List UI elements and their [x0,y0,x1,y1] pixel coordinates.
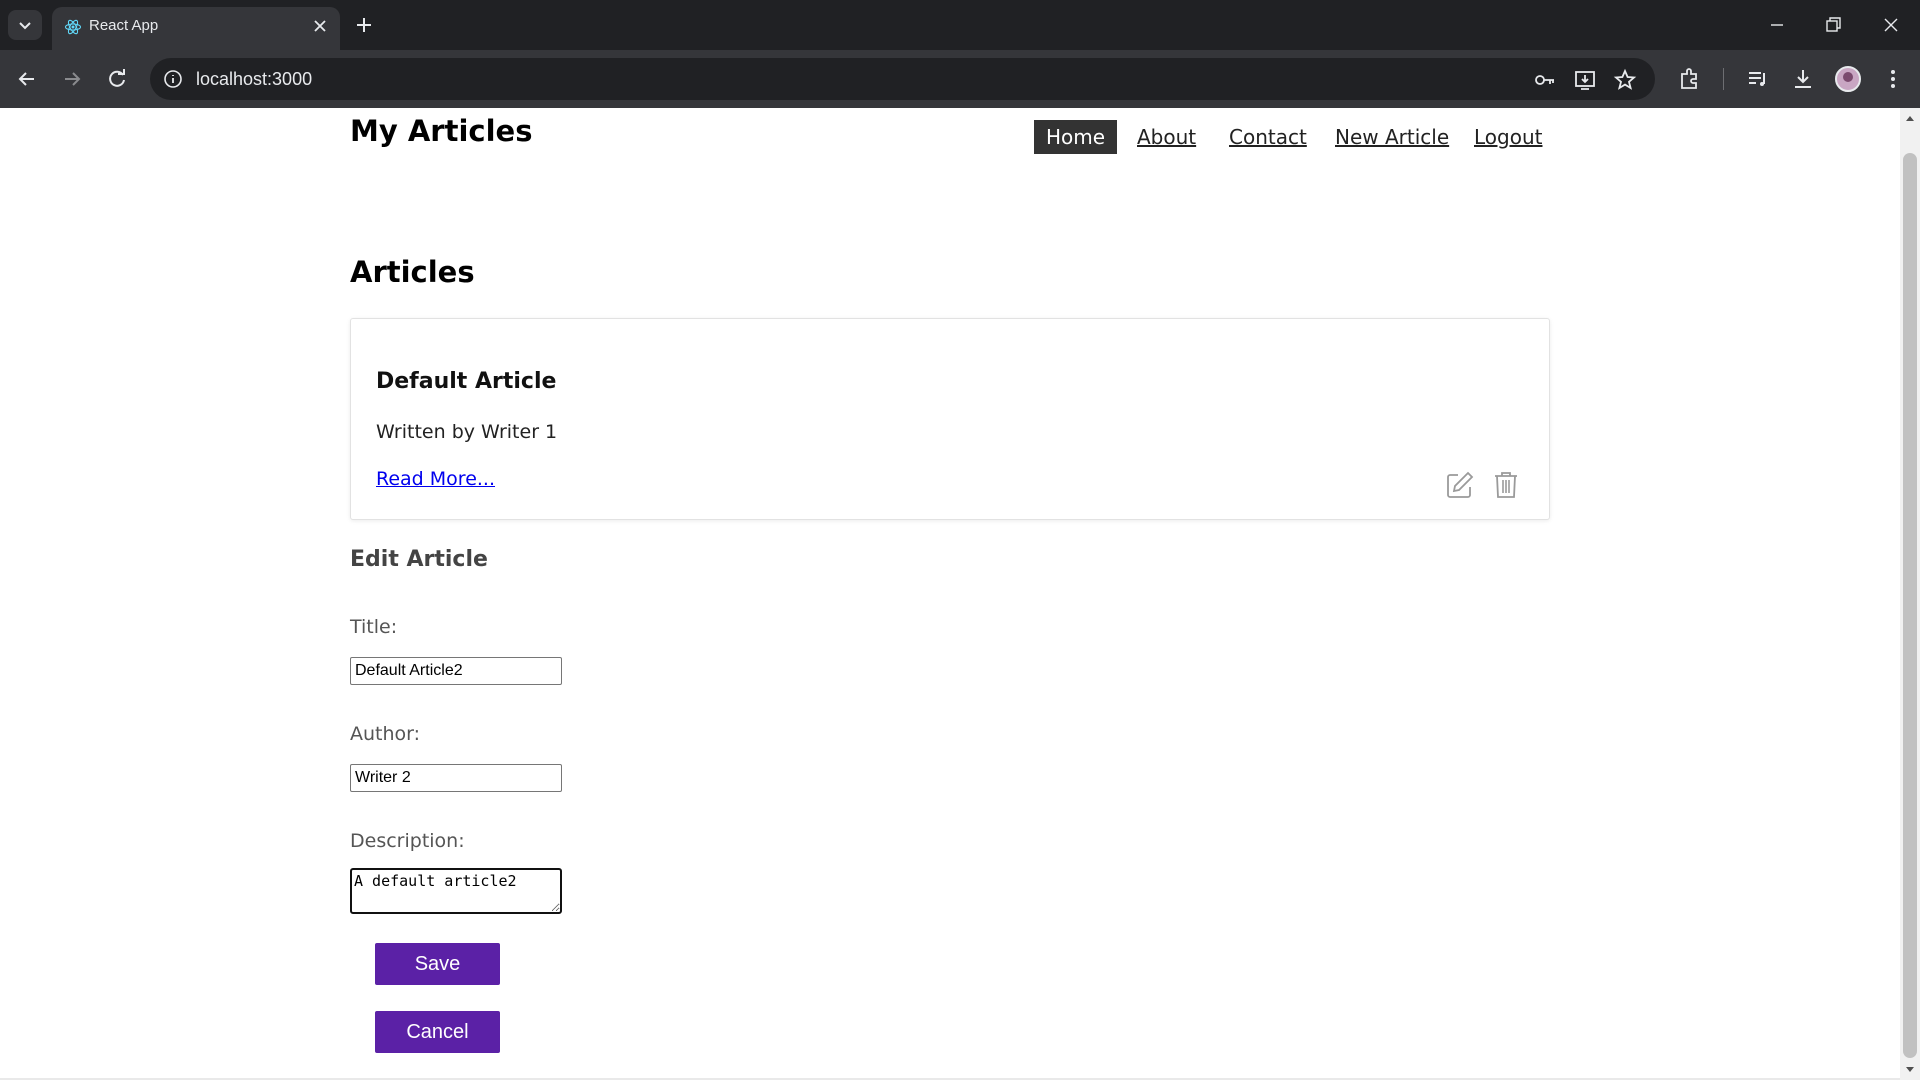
page-viewport: My Articles Home About Contact New Artic… [0,108,1900,1080]
download-icon[interactable] [1790,66,1816,92]
key-icon[interactable] [1533,68,1557,92]
scroll-thumb[interactable] [1903,153,1917,1058]
browser-tab-bar: React App [0,0,1920,50]
chevron-down-icon [19,22,31,30]
plus-icon[interactable] [352,13,376,37]
star-icon[interactable] [1613,68,1637,92]
window-close-icon[interactable] [1876,10,1906,40]
cancel-button[interactable]: Cancel [375,1011,500,1053]
nav-logout[interactable]: Logout [1462,120,1554,154]
edit-icon[interactable] [1444,469,1476,501]
menu-icon[interactable] [1880,66,1906,92]
article-title: Default Article [376,369,557,394]
minimize-icon[interactable] [1762,10,1792,40]
edit-article-heading: Edit Article [350,547,488,572]
description-textarea[interactable]: A default article2 [350,868,562,914]
extensions-icon[interactable] [1677,66,1703,92]
title-input[interactable] [350,657,562,685]
forward-icon[interactable] [59,66,85,92]
address-bar[interactable]: localhost:3000 [150,58,1655,100]
nav-new-article[interactable]: New Article [1323,120,1461,154]
install-icon[interactable] [1573,68,1597,92]
tab-search-button[interactable] [8,10,42,40]
article-author: Written by Writer 1 [376,421,558,443]
scroll-up-arrow-icon[interactable] [1906,116,1914,121]
nav-contact[interactable]: Contact [1217,120,1319,154]
save-button[interactable]: Save [375,943,500,985]
info-icon[interactable] [163,69,183,89]
url-text[interactable]: localhost:3000 [196,69,312,90]
nav-about[interactable]: About [1125,120,1208,154]
description-label: Description: [350,830,465,852]
tab-title: React App [89,17,159,34]
articles-heading: Articles [350,255,475,289]
reload-icon[interactable] [104,66,130,92]
scroll-down-arrow-icon[interactable] [1906,1067,1914,1072]
browser-tab[interactable]: React App [52,7,340,50]
avatar[interactable] [1835,66,1861,92]
page-scrollbar[interactable] [1900,108,1920,1080]
author-input[interactable] [350,764,562,792]
media-icon[interactable] [1745,66,1771,92]
restore-icon[interactable] [1818,10,1848,40]
browser-toolbar: localhost:3000 [0,50,1920,108]
author-label: Author: [350,723,421,745]
react-icon [64,19,82,35]
nav-home[interactable]: Home [1034,120,1118,154]
close-icon[interactable] [310,16,330,36]
title-label: Title: [350,616,398,638]
article-card: Default Article Written by Writer 1 Read… [350,318,1550,520]
back-icon[interactable] [14,66,40,92]
trash-icon[interactable] [1490,469,1522,501]
read-more-link[interactable]: Read More... [376,468,495,490]
site-title: My Articles [350,114,533,148]
toolbar-separator [1723,68,1724,90]
